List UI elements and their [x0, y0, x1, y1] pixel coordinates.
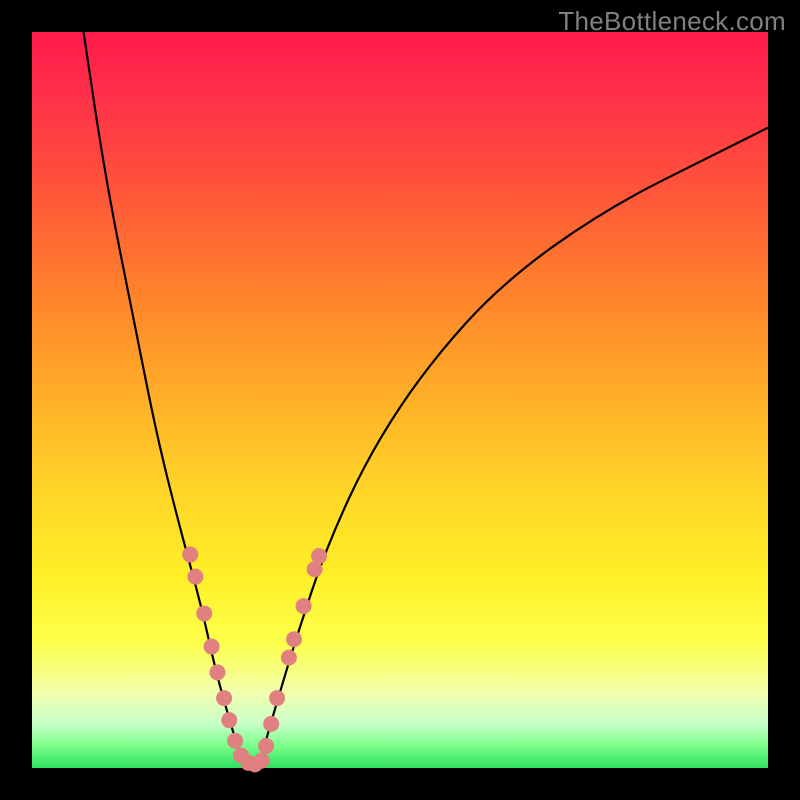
chart-svg	[32, 32, 768, 768]
bead-right-1	[258, 738, 274, 754]
bead-left-3	[204, 639, 220, 655]
bead-right-5	[286, 631, 302, 647]
bead-left-5	[216, 690, 232, 706]
curve-group	[84, 32, 768, 761]
bead-right-6	[296, 598, 312, 614]
series-right-branch	[260, 128, 768, 761]
bead-left-0	[182, 547, 198, 563]
bead-left-2	[196, 605, 212, 621]
series-left-branch	[84, 32, 242, 761]
watermark-text: TheBottleneck.com	[558, 6, 786, 37]
bead-right-4	[281, 650, 297, 666]
bead-group	[182, 547, 327, 773]
bead-left-4	[209, 664, 225, 680]
chart-plot-area	[32, 32, 768, 768]
bead-right-2	[263, 716, 279, 732]
bead-left-7	[227, 733, 243, 749]
bead-right-0	[254, 753, 270, 769]
chart-frame: TheBottleneck.com	[0, 0, 800, 800]
bead-left-6	[221, 712, 237, 728]
bead-right-8	[311, 548, 327, 564]
bead-left-1	[187, 569, 203, 585]
bead-right-3	[269, 690, 285, 706]
